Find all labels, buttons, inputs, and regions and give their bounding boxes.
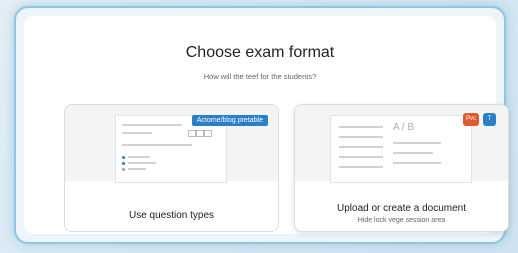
- preview-line: [339, 146, 383, 148]
- dialog-frame: Choose exam format How will the teef for…: [14, 6, 509, 244]
- preview-line: [393, 162, 441, 164]
- document-preview: A / B Pvc T: [295, 105, 508, 183]
- preview-line: [339, 156, 383, 158]
- preview-line: [393, 152, 433, 154]
- preview-bullet: [122, 168, 125, 171]
- preview-line: [122, 132, 152, 134]
- upload-document-option-card[interactable]: A / B Pvc T Upload or create a document …: [294, 104, 509, 232]
- preview-bullet: [122, 162, 125, 165]
- preview-checkbox: [188, 130, 196, 137]
- exam-format-panel: Choose exam format How will the teef for…: [24, 16, 509, 234]
- upload-document-label: Upload or create a document: [337, 203, 466, 214]
- document-page-preview: A / B: [330, 115, 472, 183]
- question-types-preview: Actome/blog pretable: [65, 105, 278, 183]
- dialog-subtitle: How will the teef for the students?: [203, 72, 317, 81]
- question-types-label: Use question types: [128, 210, 215, 221]
- preview-line: [128, 156, 150, 158]
- preview-line: [393, 142, 441, 144]
- preview-line: [128, 162, 156, 164]
- document-heading: A / B: [393, 122, 415, 133]
- preview-checkbox: [196, 130, 204, 137]
- t-chip: T: [483, 113, 496, 126]
- preview-line: [339, 136, 383, 138]
- preview-line: [122, 124, 182, 126]
- preview-checkbox: [204, 130, 212, 137]
- preview-line: [339, 126, 383, 128]
- pvc-chip: Pvc: [463, 113, 479, 126]
- preview-line: [122, 144, 192, 146]
- upload-document-sublabel: Hide lock vege session area: [357, 217, 446, 224]
- question-types-option-card[interactable]: Actome/blog pretable Use question types: [64, 104, 279, 232]
- dialog-title: Choose exam format: [185, 44, 335, 61]
- preview-line: [339, 166, 383, 168]
- preview-bullet: [122, 156, 125, 159]
- printable-badge: Actome/blog pretable: [191, 115, 268, 126]
- preview-line: [128, 168, 146, 170]
